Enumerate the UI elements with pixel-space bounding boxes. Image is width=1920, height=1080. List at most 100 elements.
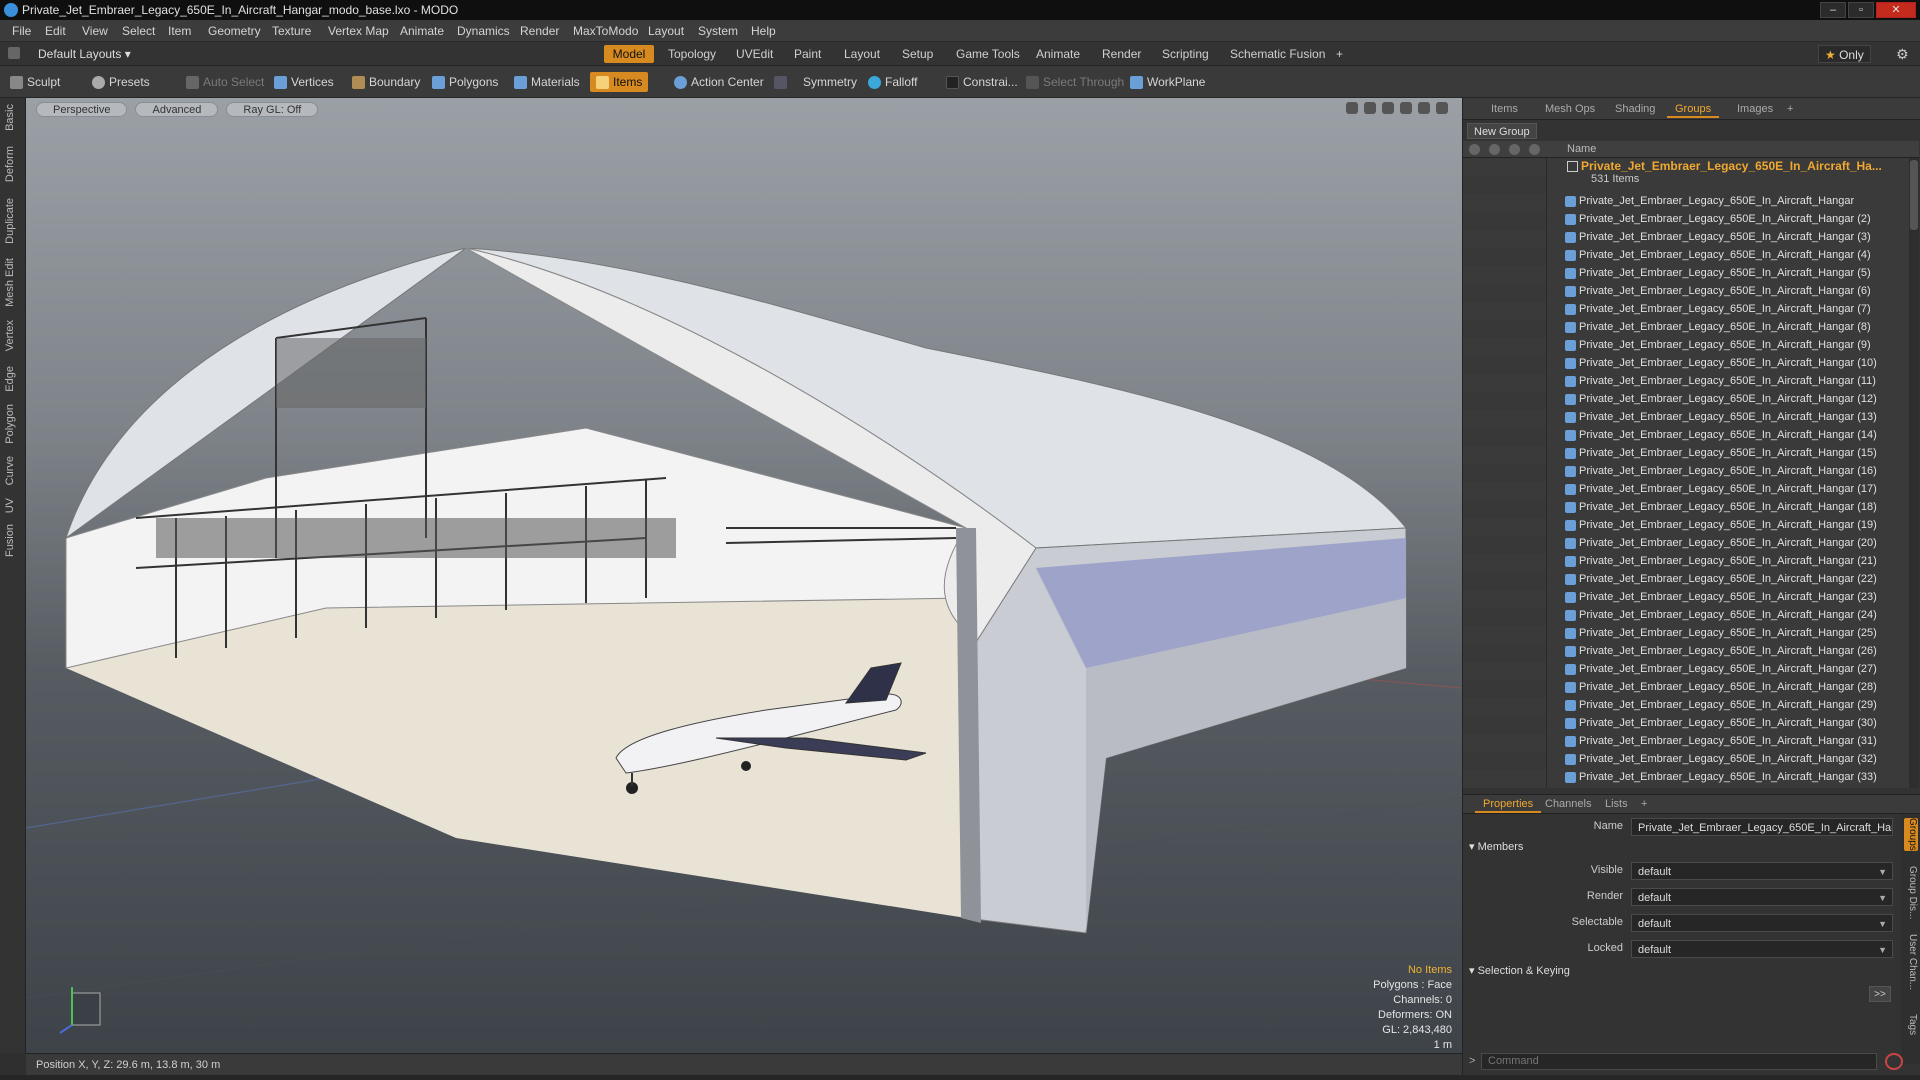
list-item[interactable]: Private_Jet_Embraer_Legacy_650E_In_Aircr… (1547, 282, 1909, 300)
vtab-groups[interactable]: Groups (1904, 818, 1918, 851)
close-button[interactable]: ✕ (1876, 2, 1916, 18)
minimize-button[interactable]: – (1820, 2, 1846, 18)
vertices-button[interactable]: Vertices (274, 72, 334, 92)
tab-shading[interactable]: Shading (1607, 101, 1663, 118)
selection-keying-section[interactable]: ▾ Selection & Keying (1469, 964, 1570, 977)
falloff-button[interactable]: Falloff (868, 72, 917, 92)
tab-model[interactable]: Model (604, 45, 654, 63)
materials-button[interactable]: Materials (514, 72, 580, 92)
menu-select[interactable]: Select (122, 20, 155, 42)
list-item[interactable]: Private_Jet_Embraer_Legacy_650E_In_Aircr… (1547, 678, 1909, 696)
add-properties-tab[interactable]: + (1633, 796, 1655, 813)
tab-mesh-ops[interactable]: Mesh Ops (1537, 101, 1603, 118)
add-tab-icon[interactable]: + (1330, 45, 1349, 63)
list-item[interactable]: Private_Jet_Embraer_Legacy_650E_In_Aircr… (1547, 750, 1909, 768)
menu-file[interactable]: File (12, 20, 31, 42)
list-item[interactable]: Private_Jet_Embraer_Legacy_650E_In_Aircr… (1547, 696, 1909, 714)
auto-select-button[interactable]: Auto Select (186, 72, 264, 92)
menu-dynamics[interactable]: Dynamics (457, 20, 510, 42)
group-name-field[interactable]: Private_Jet_Embraer_Legacy_650E_In_Aircr… (1631, 818, 1893, 836)
list-item[interactable]: Private_Jet_Embraer_Legacy_650E_In_Aircr… (1547, 534, 1909, 552)
workplane-button[interactable]: WorkPlane (1130, 72, 1205, 92)
members-section[interactable]: ▾ Members (1469, 840, 1523, 853)
items-button[interactable]: Items (590, 72, 649, 92)
list-item[interactable]: Private_Jet_Embraer_Legacy_650E_In_Aircr… (1547, 570, 1909, 588)
vtab-uv[interactable]: UV (4, 498, 22, 513)
tab-lists[interactable]: Lists (1597, 796, 1636, 813)
view-perspective-button[interactable]: Perspective (36, 102, 128, 117)
shading-advanced-button[interactable]: Advanced (135, 102, 219, 117)
menu-layout[interactable]: Layout (648, 20, 684, 42)
list-item[interactable]: Private_Jet_Embraer_Legacy_650E_In_Aircr… (1547, 300, 1909, 318)
action-center-button[interactable]: Action Center (674, 72, 764, 92)
command-history-icon[interactable] (1885, 1053, 1903, 1070)
list-item[interactable]: Private_Jet_Embraer_Legacy_650E_In_Aircr… (1547, 624, 1909, 642)
list-item[interactable]: Private_Jet_Embraer_Legacy_650E_In_Aircr… (1547, 588, 1909, 606)
list-item[interactable]: Private_Jet_Embraer_Legacy_650E_In_Aircr… (1547, 480, 1909, 498)
render-icon[interactable] (1489, 144, 1500, 155)
vtab-polygon[interactable]: Polygon (4, 404, 22, 444)
group-row[interactable]: Private_Jet_Embraer_Legacy_650E_In_Aircr… (1547, 158, 1909, 188)
list-item[interactable]: Private_Jet_Embraer_Legacy_650E_In_Aircr… (1547, 498, 1909, 516)
list-item[interactable]: Private_Jet_Embraer_Legacy_650E_In_Aircr… (1547, 210, 1909, 228)
menu-animate[interactable]: Animate (400, 20, 444, 42)
vtab-group-display[interactable]: Group Dis... (1904, 866, 1918, 919)
tab-paint[interactable]: Paint (788, 45, 827, 63)
tab-topology[interactable]: Topology (662, 45, 722, 63)
select-icon[interactable] (1529, 144, 1540, 155)
only-toggle[interactable]: ★ Only (1818, 45, 1871, 63)
symmetry-button[interactable]: Symmetry (774, 72, 857, 92)
tab-properties[interactable]: Properties (1475, 796, 1542, 813)
expand-arrow-icon[interactable] (1436, 102, 1448, 114)
list-item[interactable]: Private_Jet_Embraer_Legacy_650E_In_Aircr… (1547, 552, 1909, 570)
lock-icon[interactable] (1509, 144, 1520, 155)
selectable-dropdown[interactable]: default ▼ (1631, 914, 1893, 932)
menu-maxtomodo[interactable]: MaxToModo (573, 20, 638, 42)
menu-view[interactable]: View (82, 20, 108, 42)
tab-schematic-fusion[interactable]: Schematic Fusion (1224, 45, 1331, 63)
list-item[interactable]: Private_Jet_Embraer_Legacy_650E_In_Aircr… (1547, 318, 1909, 336)
vtab-tags[interactable]: Tags (1904, 1014, 1918, 1035)
tab-uvedit[interactable]: UVEdit (730, 45, 779, 63)
list-item[interactable]: Private_Jet_Embraer_Legacy_650E_In_Aircr… (1547, 192, 1909, 210)
menu-vertex-map[interactable]: Vertex Map (328, 20, 389, 42)
list-item[interactable]: Private_Jet_Embraer_Legacy_650E_In_Aircr… (1547, 354, 1909, 372)
list-item[interactable]: Private_Jet_Embraer_Legacy_650E_In_Aircr… (1547, 336, 1909, 354)
vtab-deform[interactable]: Deform (4, 146, 22, 182)
scroll-thumb[interactable] (1910, 160, 1918, 230)
tab-setup[interactable]: Setup (896, 45, 939, 63)
list-item[interactable]: Private_Jet_Embraer_Legacy_650E_In_Aircr… (1547, 642, 1909, 660)
maximize-button[interactable]: ▫ (1848, 2, 1874, 18)
tab-items[interactable]: Items (1483, 101, 1526, 118)
menu-item[interactable]: Item (168, 20, 191, 42)
list-item[interactable]: Private_Jet_Embraer_Legacy_650E_In_Aircr… (1547, 444, 1909, 462)
tab-images[interactable]: Images (1729, 101, 1781, 118)
move-view-icon[interactable] (1346, 102, 1358, 114)
vtab-user-channels[interactable]: User Chan... (1904, 934, 1918, 990)
eye-icon[interactable] (1469, 144, 1480, 155)
vtab-curve[interactable]: Curve (4, 456, 22, 485)
command-input[interactable] (1481, 1053, 1877, 1070)
vtab-edge[interactable]: Edge (4, 366, 22, 392)
new-group-button[interactable]: New Group (1467, 123, 1537, 139)
raygl-toggle[interactable]: Ray GL: Off (226, 102, 319, 117)
tab-groups[interactable]: Groups (1667, 101, 1720, 118)
locked-dropdown[interactable]: default ▼ (1631, 940, 1893, 958)
list-item[interactable]: Private_Jet_Embraer_Legacy_650E_In_Aircr… (1547, 390, 1909, 408)
polygons-button[interactable]: Polygons (432, 72, 498, 92)
tab-game-tools[interactable]: Game Tools (950, 45, 1026, 63)
list-item[interactable]: Private_Jet_Embraer_Legacy_650E_In_Aircr… (1547, 246, 1909, 264)
tab-animate[interactable]: Animate (1030, 45, 1086, 63)
menu-system[interactable]: System (698, 20, 738, 42)
tab-render[interactable]: Render (1096, 45, 1147, 63)
list-item[interactable]: Private_Jet_Embraer_Legacy_650E_In_Aircr… (1547, 408, 1909, 426)
list-item[interactable]: Private_Jet_Embraer_Legacy_650E_In_Aircr… (1547, 426, 1909, 444)
list-item[interactable]: Private_Jet_Embraer_Legacy_650E_In_Aircr… (1547, 732, 1909, 750)
list-item[interactable]: Private_Jet_Embraer_Legacy_650E_In_Aircr… (1547, 516, 1909, 534)
tab-scripting[interactable]: Scripting (1156, 45, 1215, 63)
menu-texture[interactable]: Texture (272, 20, 311, 42)
vtab-basic[interactable]: Basic (4, 104, 22, 131)
vtab-mesh-edit[interactable]: Mesh Edit (4, 258, 22, 307)
list-item[interactable]: Private_Jet_Embraer_Legacy_650E_In_Aircr… (1547, 768, 1909, 786)
list-item[interactable]: Private_Jet_Embraer_Legacy_650E_In_Aircr… (1547, 606, 1909, 624)
